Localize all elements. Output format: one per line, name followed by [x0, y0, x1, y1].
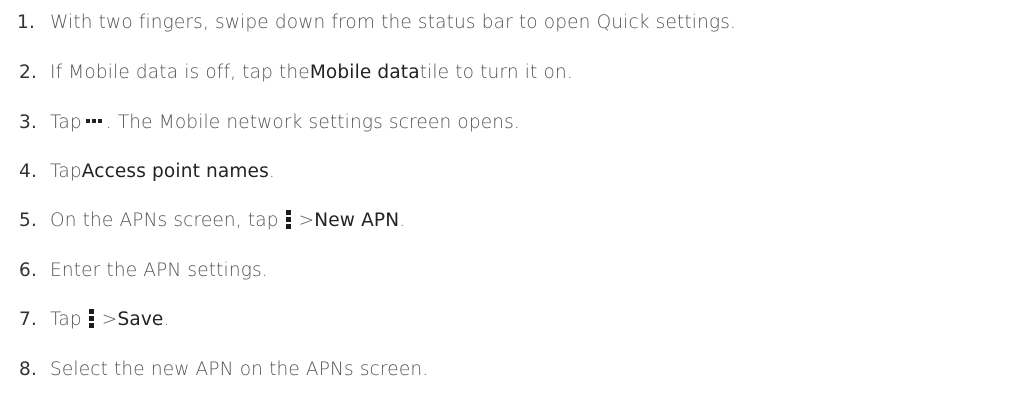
mobile-data-tile-label: Mobile data: [309, 61, 420, 83]
save-label: Save: [117, 308, 164, 330]
step-text: .: [268, 160, 275, 182]
step-text: On the APNs screen, tap: [50, 209, 279, 231]
step-1: 1. With two fingers, swipe down from the…: [0, 7, 736, 37]
step-text: Tap: [50, 308, 82, 330]
step-number: 2.: [19, 61, 37, 83]
kebab-menu-icon: [285, 210, 293, 230]
step-text: tile to turn it on.: [419, 61, 573, 83]
step-4: 4. Tap Access point names.: [0, 156, 275, 186]
access-point-names-label: Access point names: [81, 160, 269, 182]
step-text: .: [399, 209, 406, 231]
step-text: With two fingers, swipe down from the st…: [50, 11, 737, 33]
menu-separator: >: [298, 209, 315, 231]
step-text: Select the new APN on the APNs screen.: [50, 358, 429, 380]
step-text: . The Mobile network settings screen ope…: [105, 111, 520, 133]
step-text: If Mobile data is off, tap the: [50, 61, 310, 83]
step-number: 6.: [19, 259, 37, 281]
step-3: 3. Tap . The Mobile network settings scr…: [0, 107, 520, 137]
kebab-menu-icon: [88, 309, 96, 329]
step-5: 5. On the APNs screen, tap > New APN.: [0, 205, 405, 235]
step-2: 2. If Mobile data is off, tap the Mobile…: [0, 57, 573, 87]
more-horizontal-icon: [84, 117, 104, 127]
step-text: Tap: [50, 111, 82, 133]
step-7: 7. Tap > Save.: [0, 304, 169, 334]
step-number: 3.: [19, 111, 37, 133]
step-number: 8.: [19, 358, 37, 380]
step-text: .: [163, 308, 170, 330]
step-number: 1.: [17, 11, 35, 33]
step-8: 8. Select the new APN on the APNs screen…: [0, 354, 428, 384]
step-6: 6. Enter the APN settings.: [0, 255, 268, 285]
menu-separator: >: [101, 308, 118, 330]
new-apn-label: New APN: [314, 209, 400, 231]
step-text: Tap: [50, 160, 82, 182]
step-number: 5.: [19, 209, 37, 231]
step-number: 4.: [19, 160, 37, 182]
step-number: 7.: [19, 308, 37, 330]
step-text: Enter the APN settings.: [50, 259, 268, 281]
